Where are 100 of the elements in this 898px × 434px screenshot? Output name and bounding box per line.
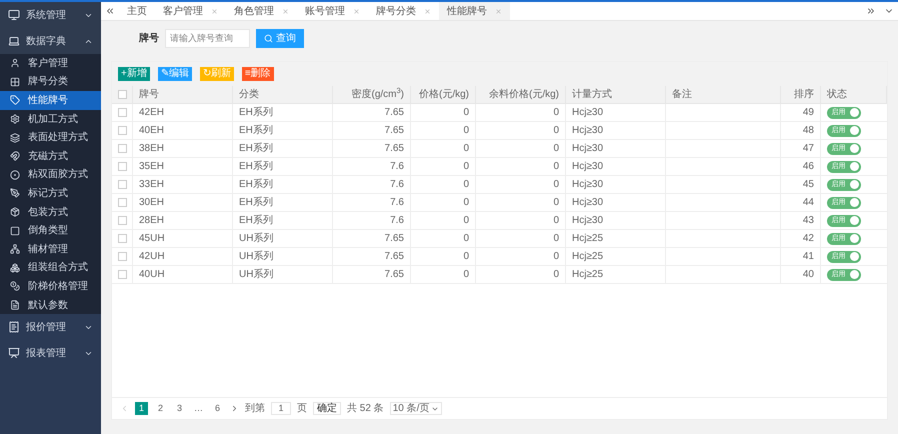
sidebar-item[interactable]: 性能牌号 bbox=[0, 91, 101, 110]
table-cell-text: Hcj≥30 bbox=[572, 214, 604, 228]
table-cell-text: 0 bbox=[553, 160, 559, 174]
table-cell-text: 35EH bbox=[139, 160, 164, 174]
table-cell-text: Hcj≥25 bbox=[572, 250, 604, 264]
sidebar-item[interactable]: 默认参数 bbox=[0, 296, 101, 314]
checkbox[interactable] bbox=[118, 252, 126, 261]
sidebar-item[interactable]: 机加工方式 bbox=[0, 110, 101, 128]
checkbox[interactable] bbox=[118, 234, 126, 243]
table-cell-text: 45 bbox=[802, 178, 814, 192]
table-cell-text: UH系列 bbox=[239, 268, 274, 282]
sidebar-item[interactable]: 组装组合方式 bbox=[0, 258, 101, 278]
table-cell-text: Hcj≥30 bbox=[572, 106, 604, 120]
tab[interactable]: 客户管理 bbox=[155, 2, 226, 20]
sidebar-item[interactable]: 标记方式 bbox=[0, 184, 101, 203]
sidebar-item[interactable]: 阶梯价格管理 bbox=[0, 277, 101, 296]
table-cell-text: 7.6 bbox=[390, 214, 404, 228]
sidebar-item[interactable]: 辅材管理 bbox=[0, 240, 101, 259]
tab[interactable]: 主页 bbox=[119, 2, 155, 20]
prev-icon[interactable] bbox=[120, 404, 129, 413]
group-icon bbox=[8, 321, 20, 334]
table-cell-text: 49 bbox=[802, 106, 814, 120]
page-link[interactable]: … bbox=[192, 402, 205, 415]
table-cell-text: 41 bbox=[802, 250, 814, 264]
checkbox[interactable] bbox=[118, 162, 126, 171]
table-cell-text: 42EH bbox=[139, 106, 164, 120]
table-cell-text: 7.65 bbox=[384, 124, 404, 138]
close-icon[interactable] bbox=[353, 8, 360, 14]
checkbox[interactable] bbox=[118, 126, 126, 135]
page-link[interactable]: 6 bbox=[211, 402, 224, 415]
toolbar-button[interactable]: +新增 bbox=[118, 67, 150, 81]
scroll-right-icon[interactable] bbox=[866, 6, 876, 16]
item-icon bbox=[10, 262, 20, 273]
sidebar-item[interactable]: 粘双面胶方式 bbox=[0, 166, 101, 184]
sidebar-item[interactable]: 客户管理 bbox=[0, 54, 101, 73]
sidebar-item[interactable]: 牌号分类 bbox=[0, 72, 101, 92]
page-input[interactable]: 1 bbox=[271, 402, 291, 415]
tab[interactable]: 角色管理 bbox=[226, 2, 297, 20]
table-cell-text: 0 bbox=[553, 268, 559, 282]
checkbox[interactable] bbox=[118, 90, 126, 99]
sidebar-item[interactable]: 包装方式 bbox=[0, 202, 101, 222]
table-cell-text: 7.65 bbox=[384, 232, 404, 246]
table-cell-text: 38EH bbox=[139, 142, 164, 156]
total-count: 共 52 条 bbox=[347, 402, 384, 416]
sidebar-item[interactable]: 表面处理方式 bbox=[0, 128, 101, 147]
goto-label: 到第 bbox=[245, 402, 265, 416]
table-cell-text: 47 bbox=[802, 142, 814, 156]
item-icon bbox=[10, 300, 20, 310]
checkbox[interactable] bbox=[118, 270, 126, 279]
page-size-select[interactable]: 10 条/页 bbox=[390, 402, 442, 415]
sidebar-item[interactable]: 充磁方式 bbox=[0, 146, 101, 166]
table-cell-text: EH系列 bbox=[239, 124, 273, 138]
page-unit: 页 bbox=[297, 402, 307, 416]
checkbox[interactable] bbox=[118, 144, 126, 153]
search-label: 牌号 bbox=[139, 32, 159, 46]
item-icon bbox=[10, 226, 20, 236]
column-header: 排序 bbox=[794, 88, 814, 102]
sidebar-group[interactable]: 报价管理 bbox=[0, 314, 101, 340]
table-cell-text: 0 bbox=[463, 124, 469, 138]
checkbox[interactable] bbox=[118, 216, 126, 225]
column-header: 密度(g/cm$^{3}$) bbox=[351, 87, 404, 102]
sidebar-group[interactable]: 报表管理 bbox=[0, 340, 101, 366]
close-icon[interactable] bbox=[495, 8, 502, 14]
confirm-button[interactable]: 确定 bbox=[313, 402, 341, 415]
tab[interactable]: 账号管理 bbox=[297, 2, 368, 20]
table-cell-text: 30EH bbox=[139, 196, 164, 210]
group-label: 数据字典 bbox=[26, 34, 67, 48]
item-icon bbox=[10, 170, 20, 180]
search-field[interactable]: 请输入牌号查询 bbox=[165, 28, 250, 48]
table-cell-text: 0 bbox=[553, 106, 559, 120]
sidebar-group[interactable]: 系统管理 bbox=[0, 2, 101, 28]
close-icon[interactable] bbox=[282, 8, 289, 14]
table-cell-text: Hcj≥30 bbox=[572, 142, 604, 156]
column-header: 计量方式 bbox=[572, 88, 612, 102]
table-cell-text: 0 bbox=[553, 232, 559, 246]
checkbox[interactable] bbox=[118, 198, 126, 207]
tab[interactable]: 性能牌号 bbox=[439, 2, 510, 20]
close-icon[interactable] bbox=[211, 8, 218, 14]
page-link[interactable]: 3 bbox=[173, 402, 186, 415]
tab[interactable]: 牌号分类 bbox=[368, 2, 439, 20]
item-icon bbox=[10, 114, 20, 124]
checkbox[interactable] bbox=[118, 180, 126, 189]
sidebar-group[interactable]: 数据字典 bbox=[0, 28, 101, 54]
group-icon bbox=[8, 35, 20, 47]
close-icon[interactable] bbox=[424, 8, 431, 14]
item-icon bbox=[10, 132, 20, 143]
page-link[interactable]: 1 bbox=[135, 402, 148, 415]
table-cell-text: 28EH bbox=[139, 214, 164, 228]
item-icon bbox=[10, 76, 20, 87]
next-icon[interactable] bbox=[230, 404, 239, 413]
scroll-left-icon[interactable] bbox=[105, 6, 115, 16]
checkbox[interactable] bbox=[118, 108, 126, 117]
sidebar-item[interactable]: 倒角类型 bbox=[0, 221, 101, 240]
group-label: 报表管理 bbox=[26, 346, 67, 361]
item-icon bbox=[10, 95, 20, 106]
table-cell-text: 40 bbox=[802, 268, 814, 282]
table-cell-text: 7.65 bbox=[384, 106, 404, 120]
table-cell-text: 0 bbox=[553, 214, 559, 228]
table-cell-text: EH系列 bbox=[239, 196, 273, 210]
page-link[interactable]: 2 bbox=[154, 402, 167, 415]
